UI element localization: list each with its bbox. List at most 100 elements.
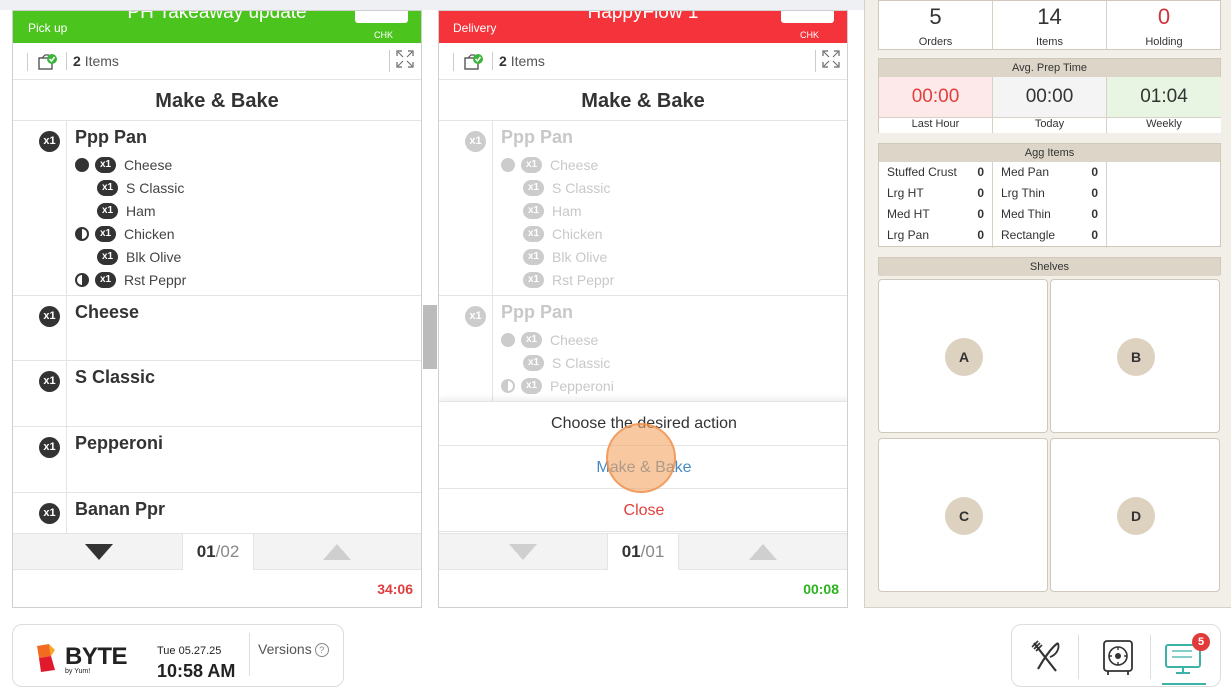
left-half-icon bbox=[75, 227, 89, 241]
stats-card: 5 Orders 14 Items 0 Holding bbox=[878, 0, 1221, 50]
ticket-pager: 01/02 bbox=[13, 533, 421, 570]
active-indicator bbox=[1162, 683, 1206, 685]
full-portion-icon bbox=[501, 158, 515, 172]
modifier-line: x1 S Classic bbox=[97, 177, 184, 199]
list-item: Med HT 0 bbox=[887, 207, 984, 221]
item-count: 2 Items bbox=[73, 53, 119, 69]
modifier-line: x1 Chicken bbox=[523, 223, 603, 245]
page-up-button[interactable] bbox=[323, 544, 351, 560]
utensils-icon[interactable] bbox=[1024, 635, 1068, 679]
page-indicator: 01/02 bbox=[182, 534, 254, 570]
last-hour-prep: 00:00 Last Hour bbox=[879, 77, 993, 133]
shelf-a[interactable]: A bbox=[878, 279, 1048, 433]
table-row[interactable]: x1 Cheese bbox=[13, 296, 421, 361]
expand-icon[interactable] bbox=[815, 50, 840, 72]
shelf-d[interactable]: D bbox=[1050, 438, 1220, 592]
page-indicator: 01/01 bbox=[607, 534, 679, 570]
modifier-line: x1 S Classic bbox=[523, 177, 610, 199]
ticket-footer: 00:08 bbox=[439, 571, 847, 607]
ticket-timer: 00:08 bbox=[803, 581, 839, 597]
modifier-line: x1 Cheese bbox=[75, 154, 172, 176]
ticket-footer: 34:06 bbox=[13, 571, 421, 607]
modifier-line: x1 S Classic bbox=[523, 352, 610, 374]
close-button[interactable]: Close bbox=[439, 490, 847, 532]
quantity-badge: x1 bbox=[465, 131, 486, 152]
page-down-button[interactable] bbox=[85, 544, 113, 560]
help-icon: ? bbox=[314, 643, 329, 657]
quantity-badge: x1 bbox=[39, 437, 60, 458]
list-item: Med Thin 0 bbox=[1001, 207, 1098, 221]
shelf-label: B bbox=[1117, 338, 1155, 376]
table-row[interactable]: x1 Banan Ppr bbox=[13, 493, 421, 533]
list-item: Lrg Thin 0 bbox=[1001, 186, 1098, 200]
quantity-badge: x1 bbox=[39, 306, 60, 327]
kds-screen: Pick up PH Takeaway update CHK 2 Items M… bbox=[0, 0, 1231, 689]
scroll-handle[interactable] bbox=[423, 305, 437, 369]
prep-time-card: Avg. Prep Time 00:00 Last Hour 00:00 Today… bbox=[878, 58, 1221, 133]
notification-badge: 5 bbox=[1192, 633, 1210, 651]
modifier-line: x1 Cheese bbox=[501, 154, 598, 176]
list-item: Lrg Pan 0 bbox=[887, 228, 984, 242]
table-row[interactable]: x1 Pepperoni bbox=[13, 427, 421, 493]
shelf-label: C bbox=[945, 497, 983, 535]
order-name: HappyFlow 1 bbox=[587, 10, 699, 23]
page-up-button[interactable] bbox=[749, 544, 777, 560]
station-title: Make & Bake bbox=[439, 81, 847, 121]
ticket-header: Delivery HappyFlow 1 CHK bbox=[439, 11, 847, 43]
order-mode-label: Delivery bbox=[453, 21, 497, 35]
modifier-line: x1 Cheese bbox=[501, 329, 598, 351]
list-item: Med Pan 0 bbox=[1001, 165, 1098, 179]
left-half-icon bbox=[501, 379, 515, 393]
monitor-icon[interactable]: 5 bbox=[1162, 633, 1210, 685]
shelf-b[interactable]: B bbox=[1050, 279, 1220, 433]
items-stat: 14 Items bbox=[993, 1, 1107, 50]
expand-icon[interactable] bbox=[389, 50, 414, 72]
table-row[interactable]: x1 Ppp Pan x1 Cheese x1 S Classic x1 Ham x1… bbox=[439, 121, 847, 296]
ticket-timer: 34:06 bbox=[377, 581, 413, 597]
page-down-button[interactable] bbox=[509, 544, 537, 560]
table-row[interactable]: x1 Ppp Pan x1 Cheese x1 S Classic x1 Ham x1… bbox=[13, 121, 421, 296]
item-title: Ppp Pan bbox=[501, 302, 574, 322]
bag-check-icon bbox=[27, 53, 57, 71]
shelf-label: A bbox=[945, 338, 983, 376]
divider bbox=[249, 633, 250, 676]
quantity-badge: x1 bbox=[39, 503, 60, 524]
ticket-item-list[interactable]: x1 Ppp Pan x1 Cheese x1 S Classic x1 Ham x1… bbox=[13, 121, 421, 533]
byte-logo: BYTE by Yum! bbox=[37, 643, 128, 675]
modifier-line: x1 Blk Olive bbox=[523, 246, 607, 268]
modifier-line: x1 Pepperoni bbox=[501, 375, 614, 397]
versions-link[interactable]: Versions? bbox=[258, 641, 329, 657]
modifier-line: x1 Blk Olive bbox=[97, 246, 181, 268]
agg-items-card: Agg Items Stuffed Crust 0 Lrg HT 0 Med HT 0… bbox=[878, 143, 1221, 248]
brand-footer: BYTE by Yum! Tue 05.27.25 10:58 AM Versi… bbox=[12, 624, 344, 687]
clock-display: 10:58 AM bbox=[157, 661, 236, 681]
timer-dial-icon[interactable] bbox=[1096, 635, 1140, 679]
orders-stat: 5 Orders bbox=[879, 1, 993, 50]
divider bbox=[66, 52, 67, 70]
item-title: Ppp Pan bbox=[501, 127, 574, 147]
item-title: Pepperoni bbox=[75, 433, 164, 453]
shelf-label: D bbox=[1117, 497, 1155, 535]
check-label: CHK bbox=[799, 30, 819, 40]
full-portion-icon bbox=[75, 158, 89, 172]
right-half-icon bbox=[75, 273, 89, 287]
order-ticket-2[interactable]: Delivery HappyFlow 1 CHK 2 Items Make & … bbox=[438, 10, 848, 608]
full-portion-icon bbox=[501, 333, 515, 347]
list-item: Rectangle 0 bbox=[1001, 228, 1098, 242]
modifier-line: x1 Rst Peppr bbox=[75, 269, 186, 291]
quantity-badge: x1 bbox=[39, 131, 60, 152]
list-item: Lrg HT 0 bbox=[887, 186, 984, 200]
modifier-line: x1 Ham bbox=[523, 200, 582, 222]
agg-items-title: Agg Items bbox=[879, 144, 1220, 162]
bag-check-icon bbox=[453, 53, 483, 71]
order-name: PH Takeaway update bbox=[127, 10, 307, 23]
list-item: Stuffed Crust 0 bbox=[887, 165, 984, 179]
shelf-c[interactable]: C bbox=[878, 438, 1048, 592]
today-prep: 00:00 Today bbox=[993, 77, 1107, 133]
modifier-line: x1 Rst Peppr bbox=[523, 269, 614, 291]
table-row[interactable]: x1 S Classic bbox=[13, 361, 421, 427]
quantity-badge: x1 bbox=[39, 371, 60, 392]
order-ticket-1[interactable]: Pick up PH Takeaway update CHK 2 Items M… bbox=[12, 10, 422, 608]
check-label: CHK bbox=[373, 30, 393, 40]
ticket-toolbar: 2 Items bbox=[13, 43, 421, 80]
